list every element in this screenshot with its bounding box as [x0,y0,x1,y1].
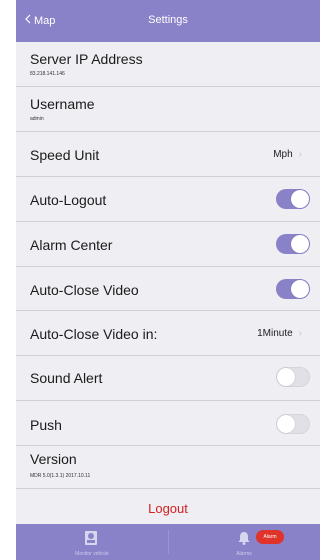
toggle-knob [291,235,309,253]
left-margin [0,0,16,560]
username-row[interactable]: Username admin [16,87,320,132]
server-ip-value: 83.218.141.146 [30,71,65,77]
bell-icon [236,530,252,551]
auto-close-video-in-value: 1Minute [257,328,293,339]
auto-close-video-in-selector[interactable]: 1Minute › [257,328,302,339]
server-ip-row[interactable]: Server IP Address 83.218.141.146 [16,42,320,87]
navigation-bar: Map Settings [16,0,320,42]
settings-screen: Map Settings Server IP Address 83.218.14… [16,0,320,560]
version-label: Version [30,451,77,467]
chevron-right-icon: › [298,328,302,339]
vehicle-monitor-icon [82,529,100,552]
sound-alert-label: Sound Alert [30,370,103,386]
auto-logout-row: Auto-Logout [16,177,320,222]
screen: Map Settings Server IP Address 83.218.14… [0,0,336,560]
tab-alarms[interactable]: Alarm Alarms [168,524,320,560]
toggle-knob [291,280,309,298]
alarm-center-label: Alarm Center [30,237,113,253]
server-ip-label: Server IP Address [30,51,143,67]
speed-unit-selector[interactable]: Mph › [273,149,302,160]
toggle-knob [277,368,295,386]
push-row: Push [16,401,320,446]
auto-logout-toggle[interactable] [276,189,310,209]
version-row: Version MDR 5.0(1.3.1) 2017.10.11 [16,446,320,489]
push-toggle[interactable] [276,414,310,434]
tab-monitor-vehicle[interactable]: Monitor vehicle [16,524,168,560]
auto-close-video-row: Auto-Close Video [16,267,320,311]
alarm-center-toggle[interactable] [276,234,310,254]
speed-unit-value: Mph [273,149,293,160]
username-label: Username [30,96,95,112]
chevron-right-icon: › [298,149,302,160]
alarm-badge: Alarm [256,530,284,544]
tab-bar: Monitor vehicle Alarm Alarms [16,524,320,560]
auto-close-video-toggle[interactable] [276,279,310,299]
username-value: admin [30,116,44,122]
version-value: MDR 5.0(1.3.1) 2017.10.11 [30,473,91,479]
toggle-knob [291,190,309,208]
tab-alarms-label: Alarms [236,551,252,557]
auto-close-video-in-label: Auto-Close Video in: [30,326,158,342]
toggle-knob [277,415,295,433]
speed-unit-row[interactable]: Speed Unit Mph › [16,132,320,177]
right-margin [320,0,336,560]
sound-alert-row: Sound Alert [16,356,320,401]
logout-button[interactable]: Logout [16,501,320,516]
speed-unit-label: Speed Unit [30,147,100,163]
tab-monitor-label: Monitor vehicle [75,551,109,557]
page-title: Settings [148,14,188,26]
auto-logout-label: Auto-Logout [30,192,107,208]
auto-close-video-in-row[interactable]: Auto-Close Video in: 1Minute › [16,311,320,356]
push-label: Push [30,417,62,433]
sound-alert-toggle[interactable] [276,367,310,387]
auto-close-video-label: Auto-Close Video [30,282,139,298]
alarm-center-row: Alarm Center [16,222,320,267]
